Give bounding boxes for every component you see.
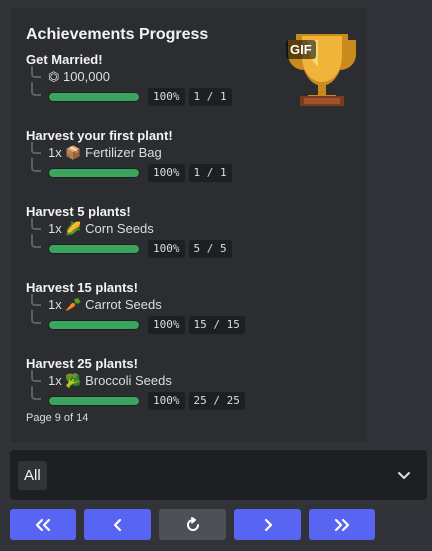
tree-branch (31, 66, 41, 78)
first-page-button[interactable] (10, 509, 76, 540)
count-badge: 1 / 1 (188, 88, 232, 106)
progress-row: 100% 5 / 5 (26, 234, 351, 260)
refresh-icon (186, 516, 199, 531)
reward-row: 1x 📦 Fertilizer Bag (26, 142, 351, 162)
double-chevron-left-icon (35, 518, 51, 531)
tree-branch (31, 370, 41, 382)
last-page-button[interactable] (309, 509, 375, 540)
progress-bar (48, 320, 140, 330)
tree-branch (31, 294, 41, 306)
achievement-name: Harvest 25 plants! (26, 356, 138, 371)
progress-fill (49, 245, 139, 253)
achievement-item: Harvest 25 plants! 1x 🥦 Broccoli Seeds 1… (26, 356, 351, 412)
reward-row: 1x 🥕 Carrot Seeds (26, 294, 351, 314)
progress-bar (48, 168, 140, 178)
reward-text: 1x 🌽 Corn Seeds (48, 221, 154, 236)
double-chevron-right-icon (334, 518, 350, 531)
achievement-list: Get Married! ⏣ 100,000 100% 1 / 1 Harves… (26, 52, 351, 412)
achievement-item: Harvest 5 plants! 1x 🌽 Corn Seeds 100% 5… (26, 204, 351, 260)
percent-badge: 100% (148, 240, 185, 258)
tree-branch (31, 142, 41, 154)
progress-bar (48, 92, 140, 102)
progress-fill (49, 321, 139, 329)
tree-branch (31, 310, 41, 324)
percent-badge: 100% (148, 88, 185, 106)
reward-text: 1x 🥦 Broccoli Seeds (48, 373, 172, 388)
percent-badge: 100% (148, 316, 185, 334)
progress-bar (48, 244, 140, 254)
percent-badge: 100% (148, 164, 185, 182)
progress-row: 100% 1 / 1 (26, 82, 351, 108)
reward-text: 1x 🥕 Carrot Seeds (48, 297, 162, 312)
achievement-item: Harvest your first plant! 1x 📦 Fertilize… (26, 128, 351, 184)
chevron-down-icon (398, 472, 410, 479)
count-badge: 15 / 15 (188, 316, 245, 334)
tree-branch (31, 234, 41, 248)
refresh-button[interactable] (159, 509, 226, 540)
page-indicator: Page 9 of 14 (26, 412, 89, 424)
progress-fill (49, 169, 139, 177)
progress-bar (48, 396, 140, 406)
achievement-name: Harvest your first plant! (26, 128, 173, 143)
achievement-item: Harvest 15 plants! 1x 🥕 Carrot Seeds 100… (26, 280, 351, 336)
reward-text: 1x 📦 Fertilizer Bag (48, 145, 162, 160)
count-badge: 5 / 5 (188, 240, 232, 258)
count-badge: 1 / 1 (188, 164, 232, 182)
previous-page-button[interactable] (84, 509, 151, 540)
progress-fill (49, 397, 139, 405)
chevron-right-icon (264, 518, 272, 531)
reward-row: 1x 🥦 Broccoli Seeds (26, 370, 351, 390)
progress-row: 100% 15 / 15 (26, 310, 351, 336)
reward-row: 1x 🌽 Corn Seeds (26, 218, 351, 238)
achievement-name: Harvest 5 plants! (26, 204, 131, 219)
reward-text: ⏣ 100,000 (48, 69, 110, 84)
progress-fill (49, 93, 139, 101)
count-badge: 25 / 25 (188, 392, 245, 410)
next-page-button[interactable] (234, 509, 301, 540)
percent-badge: 100% (148, 392, 185, 410)
achievement-name: Harvest 15 plants! (26, 280, 138, 295)
chevron-left-icon (113, 518, 121, 531)
progress-row: 100% 25 / 25 (26, 386, 351, 412)
tree-branch (31, 386, 41, 400)
progress-row: 100% 1 / 1 (26, 158, 351, 184)
tree-branch (31, 158, 41, 172)
filter-select-value: All (18, 460, 47, 490)
gif-badge: GIF (286, 40, 316, 59)
filter-select[interactable]: All (10, 450, 427, 500)
reward-row: ⏣ 100,000 (26, 66, 351, 86)
achievements-embed: Achievements Progress GIF Get Married! ⏣… (10, 8, 367, 442)
tree-branch (31, 82, 41, 96)
tree-branch (31, 218, 41, 230)
